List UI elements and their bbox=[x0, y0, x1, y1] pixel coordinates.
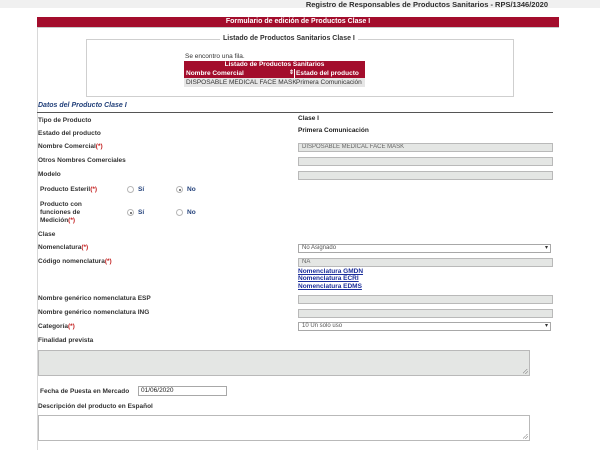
nombre-generico-ing-field[interactable] bbox=[298, 309, 553, 318]
column-divider bbox=[294, 69, 295, 78]
label-modelo: Modelo bbox=[38, 171, 61, 178]
label-funciones-medicion: Producto con funciones de Medición(*) bbox=[40, 201, 82, 224]
label-categoria: Categoría(*) bbox=[38, 323, 75, 330]
esteril-si-label: Sí bbox=[138, 186, 145, 193]
value-estado-producto: Primera Comunicación bbox=[298, 127, 369, 134]
cell-nombre-comercial: DISPOSABLE MEDICAL FACE MASK bbox=[186, 79, 297, 86]
resize-handle-icon[interactable] bbox=[523, 369, 528, 374]
medicion-si-radio[interactable] bbox=[127, 209, 134, 216]
label-nombre-comercial: Nombre Comercial(*) bbox=[38, 143, 103, 150]
cell-estado-producto: Primera Comunicación bbox=[296, 79, 362, 86]
label-producto-esteril: Producto Esteril(*) bbox=[40, 186, 98, 193]
chevron-down-icon: ▾ bbox=[544, 245, 548, 251]
categoria-select[interactable]: 10 Un solo uso ▾ bbox=[298, 322, 551, 331]
table-header-row: Nombre Comercial ⇕ Estado del producto bbox=[184, 69, 365, 78]
esteril-no-radio[interactable] bbox=[176, 186, 183, 193]
nomenclatura-select[interactable]: No Asignado ▾ bbox=[298, 244, 551, 253]
codigo-nomenclatura-field[interactable]: NA bbox=[298, 258, 553, 267]
link-nomenclatura-gmdn[interactable]: Nomenclatura GMDN bbox=[298, 268, 363, 275]
table-caption: Listado de Productos Sanitarios bbox=[184, 61, 365, 69]
medicion-si-label: Sí bbox=[138, 209, 145, 216]
medicion-no-label: No bbox=[187, 209, 196, 216]
label-otros-nombres: Otros Nombres Comerciales bbox=[38, 157, 126, 164]
column-header-estado-producto[interactable]: Estado del producto bbox=[296, 70, 359, 77]
descripcion-espanol-textarea[interactable] bbox=[38, 415, 530, 441]
resize-handle-icon[interactable] bbox=[523, 434, 528, 439]
link-nomenclatura-edms[interactable]: Nomenclatura EDMS bbox=[298, 283, 362, 290]
section-title: Datos del Producto Clase I bbox=[38, 102, 127, 109]
label-finalidad-prevista: Finalidad prevista bbox=[38, 337, 94, 344]
label-nomenclatura: Nomenclatura(*) bbox=[38, 244, 89, 251]
esteril-si-radio[interactable] bbox=[127, 186, 134, 193]
column-header-nombre-comercial[interactable]: Nombre Comercial bbox=[186, 70, 244, 77]
form-header: Formulario de edición de Productos Clase… bbox=[37, 17, 559, 27]
finalidad-prevista-textarea[interactable] bbox=[38, 350, 530, 376]
label-descripcion-espanol: Descripción del producto en Español bbox=[38, 403, 153, 410]
label-estado-producto: Estado del producto bbox=[38, 130, 101, 137]
label-fecha-puesta-mercado: Fecha de Puesta en Mercado bbox=[40, 388, 130, 395]
label-nombre-generico-ing: Nombre genérico nomenclatura ING bbox=[38, 309, 150, 316]
modelo-field[interactable] bbox=[298, 171, 553, 180]
chevron-down-icon: ▾ bbox=[544, 323, 548, 329]
otros-nombres-field[interactable] bbox=[298, 157, 553, 166]
table-row[interactable]: DISPOSABLE MEDICAL FACE MASK Primera Com… bbox=[184, 78, 365, 87]
row-count-text: Se encontro una fila. bbox=[185, 53, 245, 60]
section-divider bbox=[37, 112, 553, 113]
value-tipo-producto: Clase I bbox=[298, 115, 319, 122]
link-nomenclatura-ecri[interactable]: Nomenclatura ECRI bbox=[298, 275, 359, 282]
header-divider bbox=[37, 27, 559, 28]
label-tipo-producto: Tipo de Producto bbox=[38, 117, 92, 124]
registry-title: Registro de Responsables de Productos Sa… bbox=[305, 0, 548, 9]
nombre-generico-esp-field[interactable] bbox=[298, 295, 553, 304]
esteril-no-label: No bbox=[187, 186, 196, 193]
label-nombre-generico-esp: Nombre genérico nomenclatura ESP bbox=[38, 295, 151, 302]
fecha-puesta-mercado-input[interactable]: 01/06/2020 bbox=[138, 386, 227, 396]
medicion-no-radio[interactable] bbox=[176, 209, 183, 216]
label-clase: Clase bbox=[38, 231, 56, 238]
nombre-comercial-field[interactable]: DISPOSABLE MEDICAL FACE MASK bbox=[298, 143, 553, 152]
label-codigo-nomenclatura: Código nomenclatura(*) bbox=[38, 258, 112, 265]
listing-legend: Listado de Productos Sanitarios Clase I bbox=[220, 35, 358, 42]
